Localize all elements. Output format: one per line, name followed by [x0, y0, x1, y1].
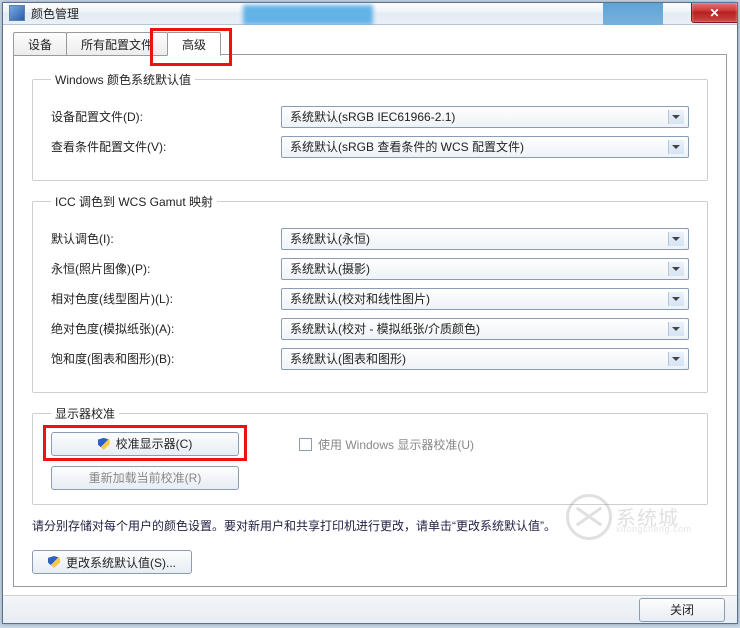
- tab-device[interactable]: 设备: [13, 32, 67, 56]
- dropdown-perceptual-value: 系统默认(摄影): [290, 260, 370, 277]
- tab-all-profiles[interactable]: 所有配置文件: [66, 32, 168, 56]
- dropdown-saturation[interactable]: 系统默认(图表和图形): [281, 348, 689, 370]
- close-icon: ✕: [709, 6, 719, 20]
- calibrate-display-button[interactable]: 校准显示器(C): [51, 432, 239, 456]
- calibrate-display-label: 校准显示器(C): [116, 435, 193, 452]
- label-relative: 相对色度(线型图片)(L):: [51, 290, 281, 307]
- change-system-defaults-button[interactable]: 更改系统默认值(S)...: [32, 550, 192, 574]
- dropdown-viewing-profile-value: 系统默认(sRGB 查看条件的 WCS 配置文件): [290, 138, 524, 155]
- group-windows-defaults-legend: Windows 颜色系统默认值: [51, 71, 195, 88]
- color-management-window: 颜色管理 ✕ 设备 所有配置文件 高级 Windows 颜色系统默认值 设备配置…: [2, 2, 738, 624]
- titlebar: 颜色管理 ✕: [3, 3, 737, 25]
- dropdown-device-profile-value: 系统默认(sRGB IEC61966-2.1): [290, 108, 455, 125]
- dropdown-relative[interactable]: 系统默认(校对和线性图片): [281, 288, 689, 310]
- dialog-footer: 关闭: [3, 595, 737, 623]
- close-button[interactable]: ✕: [691, 3, 737, 23]
- tab-advanced[interactable]: 高级: [167, 32, 221, 56]
- chevron-down-icon: [672, 297, 680, 301]
- checkbox-icon: [299, 438, 312, 451]
- group-gamut-legend: ICC 调色到 WCS Gamut 映射: [51, 193, 217, 210]
- hint-text: 请分别存储对每个用户的颜色设置。要对新用户和共享打印机进行更改，请单击“更改系统…: [32, 517, 708, 536]
- chevron-down-icon: [672, 237, 680, 241]
- chevron-down-icon: [672, 357, 680, 361]
- shield-icon: [98, 438, 110, 450]
- reload-calibration-label: 重新加载当前校准(R): [89, 469, 202, 486]
- dropdown-absolute-value: 系统默认(校对 - 模拟纸张/介质颜色): [290, 320, 480, 337]
- label-device-profile: 设备配置文件(D):: [51, 108, 281, 125]
- window-body: 设备 所有配置文件 高级 Windows 颜色系统默认值 设备配置文件(D): …: [3, 25, 737, 595]
- chevron-down-icon: [672, 327, 680, 331]
- dropdown-default-intent-value: 系统默认(永恒): [290, 230, 370, 247]
- chevron-down-icon: [672, 115, 680, 119]
- chevron-down-icon: [672, 145, 680, 149]
- background-blur: [243, 5, 373, 25]
- dropdown-viewing-profile[interactable]: 系统默认(sRGB 查看条件的 WCS 配置文件): [281, 136, 689, 158]
- use-windows-calibration-option[interactable]: 使用 Windows 显示器校准(U): [299, 436, 474, 453]
- chevron-down-icon: [672, 267, 680, 271]
- label-absolute: 绝对色度(模拟纸张)(A):: [51, 320, 281, 337]
- group-display-calibration: 显示器校准 校准显示器(C) 重新加载当前校准(R): [32, 405, 708, 505]
- close-dialog-label: 关闭: [670, 601, 694, 618]
- label-saturation: 饱和度(图表和图形)(B):: [51, 350, 281, 367]
- tab-panel-advanced: Windows 颜色系统默认值 设备配置文件(D): 系统默认(sRGB IEC…: [13, 54, 727, 587]
- label-viewing-profile: 查看条件配置文件(V):: [51, 138, 281, 155]
- dropdown-saturation-value: 系统默认(图表和图形): [290, 350, 406, 367]
- window-title: 颜色管理: [31, 5, 79, 22]
- dropdown-default-intent[interactable]: 系统默认(永恒): [281, 228, 689, 250]
- close-dialog-button[interactable]: 关闭: [639, 598, 725, 622]
- tab-strip: 设备 所有配置文件 高级: [13, 31, 727, 55]
- group-windows-defaults: Windows 颜色系统默认值 设备配置文件(D): 系统默认(sRGB IEC…: [32, 71, 708, 181]
- label-default-intent: 默认调色(I):: [51, 230, 281, 247]
- label-perceptual: 永恒(照片图像)(P):: [51, 260, 281, 277]
- group-calibration-legend: 显示器校准: [51, 405, 119, 422]
- use-windows-calibration-label: 使用 Windows 显示器校准(U): [318, 436, 474, 453]
- dropdown-relative-value: 系统默认(校对和线性图片): [290, 290, 430, 307]
- group-gamut-mapping: ICC 调色到 WCS Gamut 映射 默认调色(I): 系统默认(永恒) 永…: [32, 193, 708, 393]
- reload-calibration-button[interactable]: 重新加载当前校准(R): [51, 466, 239, 490]
- dropdown-perceptual[interactable]: 系统默认(摄影): [281, 258, 689, 280]
- shield-icon: [48, 556, 60, 568]
- dropdown-device-profile[interactable]: 系统默认(sRGB IEC61966-2.1): [281, 106, 689, 128]
- dropdown-absolute[interactable]: 系统默认(校对 - 模拟纸张/介质颜色): [281, 318, 689, 340]
- app-icon: [9, 5, 25, 21]
- change-system-defaults-label: 更改系统默认值(S)...: [66, 554, 176, 571]
